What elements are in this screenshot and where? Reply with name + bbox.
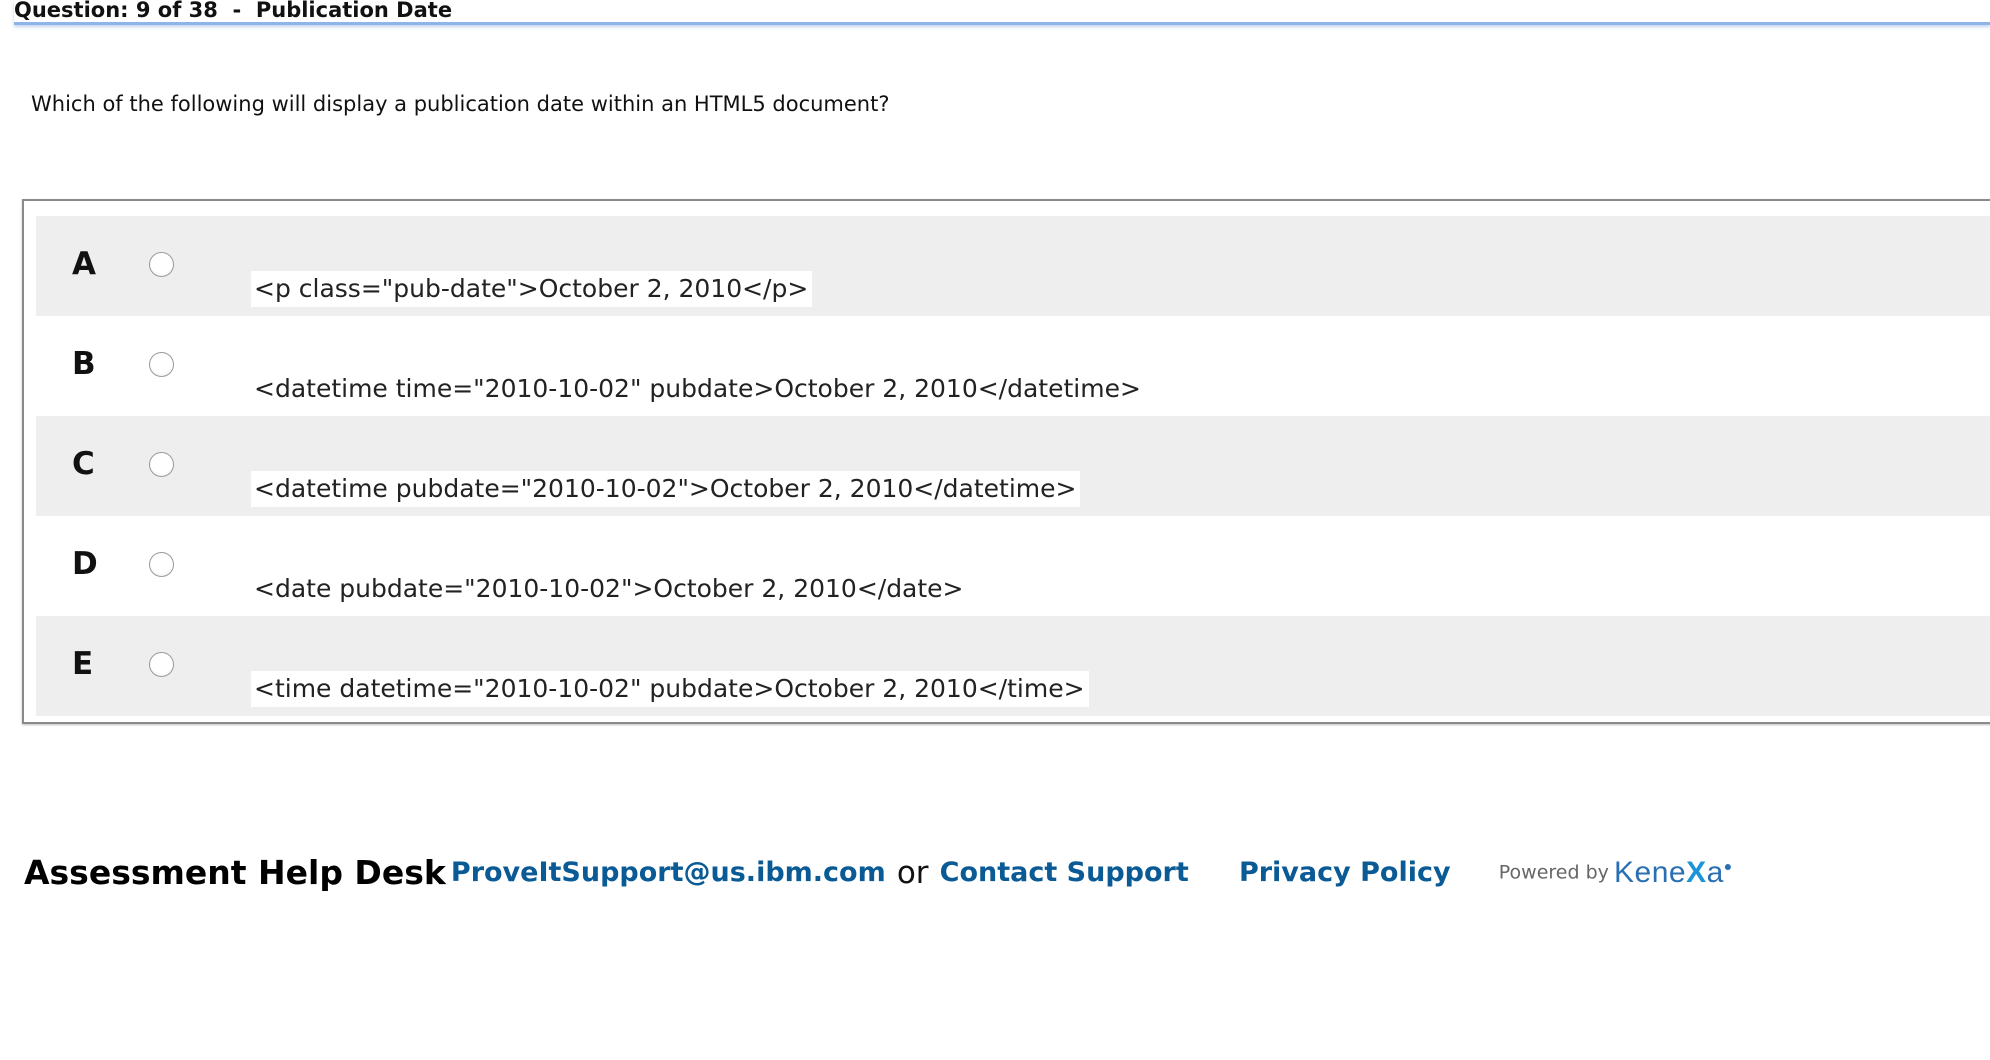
option-d-text: <date pubdate="2010-10-02">October 2, 20… (254, 574, 964, 603)
question-counter: Question: 9 of 38 (14, 0, 218, 22)
option-letter: A (72, 246, 96, 282)
option-b-radio[interactable] (149, 352, 174, 377)
footer: Assessment Help Desk ProveItSupport@us.i… (24, 853, 1733, 903)
brand-prefix: Kene (1614, 855, 1687, 889)
kenexa-logo: KeneXa● (1614, 856, 1733, 889)
answer-option-d[interactable]: D <date pubdate="2010-10-02">October 2, … (36, 516, 1990, 616)
answer-option-a[interactable]: A <p class="pub-date">October 2, 2010</p… (36, 216, 1990, 316)
option-c-text: <datetime pubdate="2010-10-02">October 2… (251, 471, 1081, 507)
answer-option-b[interactable]: B <datetime time="2010-10-02" pubdate>Oc… (36, 316, 1990, 416)
support-email-link[interactable]: ProveItSupport@us.ibm.com (451, 857, 886, 888)
header-separator: - (232, 0, 242, 22)
contact-support-link[interactable]: Contact Support (940, 857, 1189, 888)
option-letter: E (72, 646, 94, 682)
option-letter: D (72, 546, 98, 582)
option-e-radio[interactable] (149, 652, 174, 677)
question-header: Question: 9 of 38 - Publication Date (14, 0, 1990, 25)
answer-option-e[interactable]: E <time datetime="2010-10-02" pubdate>Oc… (36, 616, 1990, 716)
or-text: or (896, 854, 929, 891)
brand-dot-icon: ● (1723, 857, 1733, 874)
question-title: Publication Date (255, 0, 453, 22)
option-d-radio[interactable] (149, 552, 174, 577)
powered-by-text: Powered by (1498, 861, 1609, 884)
answer-options-panel: A <p class="pub-date">October 2, 2010</p… (22, 199, 1990, 724)
option-a-text: <p class="pub-date">October 2, 2010</p> (251, 271, 813, 307)
option-c-radio[interactable] (149, 452, 174, 477)
brand-suffix: a (1706, 855, 1724, 889)
option-e-text: <time datetime="2010-10-02" pubdate>Octo… (251, 671, 1089, 707)
option-a-radio[interactable] (149, 252, 174, 277)
option-b-text: <datetime time="2010-10-02" pubdate>Octo… (254, 374, 1141, 403)
privacy-policy-link[interactable]: Privacy Policy (1239, 857, 1451, 888)
option-letter: B (72, 346, 96, 382)
question-text: Which of the following will display a pu… (31, 92, 890, 116)
brand-x: X (1686, 855, 1707, 889)
assessment-page: Question: 9 of 38 - Publication Date Whi… (0, 0, 1990, 1060)
answer-option-c[interactable]: C <datetime pubdate="2010-10-02">October… (36, 416, 1990, 516)
option-letter: C (72, 446, 95, 482)
help-desk-label: Assessment Help Desk (24, 853, 446, 892)
